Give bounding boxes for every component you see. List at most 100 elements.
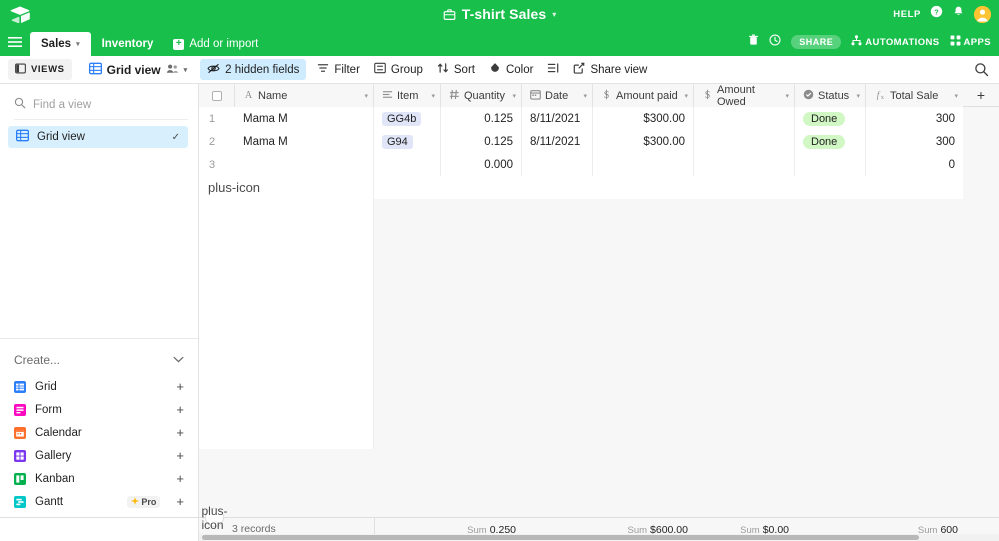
add-calendar-view-button[interactable]: + bbox=[176, 426, 184, 439]
column-header-label: Item bbox=[397, 89, 419, 102]
cell-quantity[interactable]: 0.000 bbox=[441, 153, 522, 176]
chevron-down-icon[interactable]: ▾ bbox=[785, 92, 789, 100]
bell-icon[interactable] bbox=[952, 5, 965, 23]
horizontal-scrollbar-track[interactable] bbox=[199, 534, 999, 541]
cell-date[interactable]: 8/11/2021 bbox=[522, 107, 593, 130]
column-header-date[interactable]: Date ▾ bbox=[522, 84, 593, 107]
people-icon[interactable] bbox=[166, 63, 179, 77]
chevron-down-icon[interactable]: ▾ bbox=[583, 92, 587, 100]
avatar[interactable] bbox=[974, 5, 991, 23]
table-tab-inventory[interactable]: Inventory bbox=[91, 32, 165, 56]
cell-amount-owed[interactable] bbox=[694, 130, 795, 153]
column-header-item[interactable]: Item ▾ bbox=[374, 84, 441, 107]
add-record-button[interactable]: plus-icon bbox=[202, 504, 228, 532]
apps-button[interactable]: APPS bbox=[950, 35, 991, 49]
cell-amount-paid[interactable]: $300.00 bbox=[593, 130, 694, 153]
table-tab-sales[interactable]: Sales ▾ bbox=[30, 32, 91, 56]
cell-total-sale[interactable]: 300 bbox=[866, 130, 964, 153]
add-grid-view-button[interactable]: + bbox=[176, 380, 184, 393]
cell-date[interactable]: 8/11/2021 bbox=[522, 130, 593, 153]
cell-amount-owed[interactable] bbox=[694, 153, 795, 176]
table-row[interactable]: 1 Mama M GG4b 0.125 8/11/2021 $300.00 Do… bbox=[199, 107, 999, 130]
cell-amount-owed[interactable] bbox=[694, 107, 795, 130]
item-tag: G94 bbox=[382, 134, 413, 149]
sidebar-view-grid-view[interactable]: Grid view ✓ bbox=[8, 126, 188, 148]
chevron-down-icon[interactable]: ▾ bbox=[431, 92, 435, 100]
cell-item[interactable]: GG4b bbox=[374, 107, 441, 130]
cell-name[interactable]: Mama M bbox=[235, 130, 374, 153]
chevron-down-icon[interactable]: ▾ bbox=[954, 92, 958, 100]
cell-status[interactable] bbox=[795, 153, 866, 176]
chevron-down-icon[interactable]: ▾ bbox=[512, 92, 516, 100]
row-number: 3 bbox=[199, 153, 235, 176]
airtable-logo-icon[interactable] bbox=[9, 3, 31, 25]
select-all-checkbox[interactable] bbox=[199, 84, 235, 107]
chevron-down-icon[interactable] bbox=[173, 355, 184, 365]
cell-total-sale[interactable]: 0 bbox=[866, 153, 964, 176]
color-button[interactable]: Color bbox=[482, 59, 540, 80]
history-clock-icon[interactable] bbox=[769, 33, 781, 51]
views-sidebar: Find a view Grid view ✓ Create... Grid +… bbox=[0, 84, 199, 541]
chevron-down-icon[interactable]: ▾ bbox=[184, 66, 188, 74]
sort-button[interactable]: Sort bbox=[430, 59, 482, 80]
cell-status[interactable]: Done bbox=[795, 130, 866, 153]
base-title-caret-icon[interactable]: ▾ bbox=[552, 10, 556, 19]
column-header-quantity[interactable]: Quantity ▾ bbox=[441, 84, 522, 107]
question-circle-icon[interactable]: ? bbox=[930, 5, 943, 23]
add-record-row[interactable]: plus-icon bbox=[199, 176, 999, 199]
horizontal-scrollbar-thumb[interactable] bbox=[202, 535, 919, 540]
add-record-plus-icon[interactable]: plus-icon bbox=[199, 176, 374, 199]
share-view-button[interactable]: Share view bbox=[566, 59, 654, 80]
search-icon[interactable] bbox=[974, 62, 989, 82]
cell-total-sale[interactable]: 300 bbox=[866, 107, 964, 130]
create-section-header[interactable]: Create... bbox=[0, 339, 198, 375]
share-button[interactable]: SHARE bbox=[791, 35, 842, 49]
trash-icon[interactable] bbox=[748, 33, 759, 51]
table-row[interactable]: 2 Mama M G94 0.125 8/11/2021 $300.00 Don… bbox=[199, 130, 999, 153]
chevron-down-icon[interactable]: ▾ bbox=[364, 92, 368, 100]
cell-date[interactable] bbox=[522, 153, 593, 176]
chevron-down-icon[interactable]: ▾ bbox=[684, 92, 688, 100]
cell-item[interactable] bbox=[374, 153, 441, 176]
apps-label: APPS bbox=[963, 36, 991, 48]
automations-button[interactable]: AUTOMATIONS bbox=[851, 35, 939, 49]
cell-name[interactable] bbox=[235, 153, 374, 176]
cell-item[interactable]: G94 bbox=[374, 130, 441, 153]
filter-button[interactable]: Filter bbox=[310, 59, 367, 80]
chevron-down-icon[interactable]: ▾ bbox=[856, 92, 860, 100]
create-item-form[interactable]: Form + bbox=[0, 398, 198, 421]
find-view-search[interactable]: Find a view bbox=[14, 90, 188, 120]
column-header-total-sale[interactable]: fx Total Sale ▾ bbox=[866, 84, 964, 107]
cell-amount-paid[interactable] bbox=[593, 153, 694, 176]
column-header-amount-owed[interactable]: S Amount Owed ▾ bbox=[694, 84, 795, 108]
add-field-button-top[interactable]: + bbox=[963, 84, 999, 107]
create-item-calendar[interactable]: Calendar + bbox=[0, 421, 198, 444]
column-header-status[interactable]: Status ▾ bbox=[795, 84, 866, 107]
cell-amount-paid[interactable]: $300.00 bbox=[593, 107, 694, 130]
add-form-view-button[interactable]: + bbox=[176, 403, 184, 416]
views-toggle-button[interactable]: VIEWS bbox=[8, 59, 72, 80]
column-header-label: Total Sale bbox=[890, 89, 939, 102]
cell-quantity[interactable]: 0.125 bbox=[441, 130, 522, 153]
cell-quantity[interactable]: 0.125 bbox=[441, 107, 522, 130]
row-height-button[interactable] bbox=[540, 59, 566, 80]
chevron-down-icon[interactable]: ▾ bbox=[76, 40, 80, 48]
table-row[interactable]: 3 0.000 0 bbox=[199, 153, 999, 176]
add-kanban-view-button[interactable]: + bbox=[176, 472, 184, 485]
create-item-kanban[interactable]: Kanban + bbox=[0, 467, 198, 490]
grid-view-selector[interactable]: Grid view ▾ bbox=[82, 59, 195, 80]
group-button[interactable]: Group bbox=[367, 59, 430, 80]
add-gantt-view-button[interactable]: + bbox=[176, 495, 184, 508]
column-header-name[interactable]: A Name ▾ bbox=[235, 84, 374, 107]
create-item-gantt[interactable]: Gantt Pro + bbox=[0, 490, 198, 513]
hamburger-icon[interactable] bbox=[0, 28, 30, 56]
hidden-fields-button[interactable]: 2 hidden fields bbox=[200, 59, 307, 80]
add-or-import-button[interactable]: + Add or import bbox=[164, 32, 267, 56]
add-gallery-view-button[interactable]: + bbox=[176, 449, 184, 462]
help-label[interactable]: HELP bbox=[893, 9, 921, 20]
cell-name[interactable]: Mama M bbox=[235, 107, 374, 130]
create-item-gallery[interactable]: Gallery + bbox=[0, 444, 198, 467]
column-header-amount-paid[interactable]: S Amount paid ▾ bbox=[593, 84, 694, 107]
create-item-grid[interactable]: Grid + bbox=[0, 375, 198, 398]
cell-status[interactable]: Done bbox=[795, 107, 866, 130]
